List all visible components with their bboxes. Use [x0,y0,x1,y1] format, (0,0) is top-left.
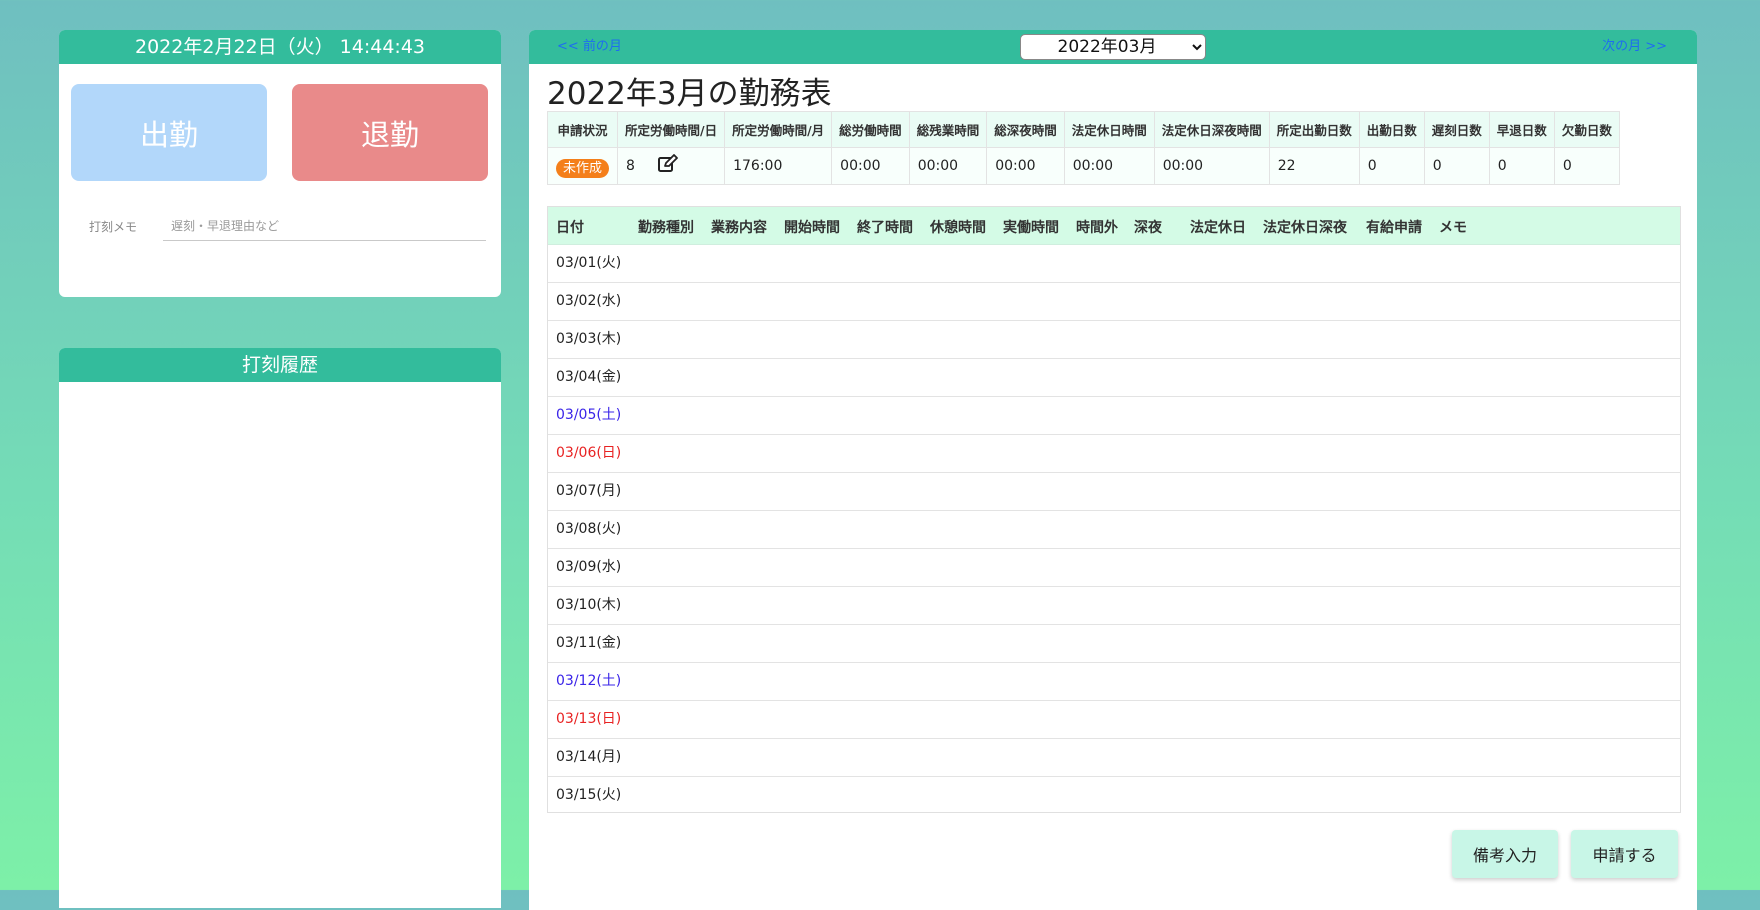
punch-history-panel: 打刻履歴 [59,348,501,908]
memo-input[interactable] [163,212,486,241]
table-row[interactable]: 03/06(日) [548,435,1680,473]
daily-hours-value: 8 [626,158,635,174]
summary-table-container: 申請状況 所定労働時間/日 所定労働時間/月 総労働時間 総残業時間 総深夜時間… [547,111,1679,185]
edit-icon[interactable] [657,154,679,178]
daily-header: 実働時間 [1003,220,1059,236]
daily-header: 有給申請 [1366,220,1422,236]
daily-header: 休憩時間 [930,220,986,236]
summary-header: 遅刻日数 [1423,111,1490,148]
summary-header: 法定休日深夜時間 [1153,111,1270,148]
summary-header: 早退日数 [1488,111,1555,148]
month-select[interactable]: 2022年03月 [1020,34,1206,60]
summary-header: 所定労働時間/日 [617,111,726,148]
early-days-value: 0 [1488,147,1555,185]
holiday-night-value: 00:00 [1153,147,1270,185]
summary-value-row: 未作成 8 176:00 00:00 00:00 00:00 00:00 00:… [547,147,1620,185]
clock-in-button[interactable]: 出勤 [71,84,267,181]
summary-header: 総残業時間 [908,111,988,148]
late-night-value: 00:00 [986,147,1065,185]
summary-header: 欠勤日数 [1553,111,1620,148]
summary-table: 申請状況 所定労働時間/日 所定労働時間/月 総労働時間 総残業時間 総深夜時間… [547,111,1620,185]
memo-label: 打刻メモ [89,220,138,234]
table-row[interactable]: 03/09(水) [548,549,1680,587]
daily-header: 終了時間 [857,220,913,236]
daily-header: 開始時間 [784,220,840,236]
daily-rows: 03/01(火) 03/02(水) 03/03(木) 03/04(金) 03/05(土)… [548,245,1680,812]
summary-header: 総労働時間 [831,111,910,148]
table-row[interactable]: 03/11(金) [548,625,1680,663]
table-row[interactable]: 03/15(火) [548,777,1680,812]
next-month-link[interactable]: 次の月 >> [1602,30,1667,64]
note-input-button[interactable]: 備考入力 [1452,830,1558,878]
table-row[interactable]: 03/03(木) [548,321,1680,359]
table-row[interactable]: 03/04(金) [548,359,1680,397]
daily-table[interactable]: 日付 勤務種別 業務内容 開始時間 終了時間 休憩時間 実働時間 時間外 深夜 … [547,206,1681,813]
month-nav-bar: << 前の月 2022年03月 次の月 >> [529,30,1697,64]
history-title: 打刻履歴 [59,348,501,382]
page-title: 2022年3月の勤務表 [547,76,832,112]
table-row[interactable]: 03/01(火) [548,245,1680,283]
current-datetime: 2022年2月22日（火） 14:44:43 [59,30,501,64]
clock-panel: 2022年2月22日（火） 14:44:43 出勤 退勤 打刻メモ [59,30,501,297]
overtime-value: 00:00 [908,147,988,185]
daily-header: 法定休日 [1190,220,1246,236]
summary-header: 申請状況 [547,111,619,148]
timesheet-panel: << 前の月 2022年03月 次の月 >> 2022年3月の勤務表 申請状況 … [529,30,1697,910]
daily-header-row: 日付 勤務種別 業務内容 開始時間 終了時間 休憩時間 実働時間 時間外 深夜 … [548,207,1680,245]
daily-header: 業務内容 [711,220,767,236]
daily-hours-cell: 8 [617,147,726,185]
table-row[interactable]: 03/12(土) [548,663,1680,701]
summary-header: 法定休日時間 [1063,111,1155,148]
table-row[interactable]: 03/10(木) [548,587,1680,625]
prev-month-link[interactable]: << 前の月 [557,30,622,64]
table-row[interactable]: 03/07(月) [548,473,1680,511]
daily-header: 日付 [556,220,584,236]
scheduled-days-value: 22 [1268,147,1360,185]
daily-header: 勤務種別 [638,220,694,236]
absent-days-value: 0 [1553,147,1620,185]
table-row[interactable]: 03/13(日) [548,701,1680,739]
summary-header: 所定出勤日数 [1268,111,1360,148]
table-row[interactable]: 03/02(水) [548,283,1680,321]
daily-header: メモ [1439,220,1467,236]
summary-header-row: 申請状況 所定労働時間/日 所定労働時間/月 総労働時間 総残業時間 総深夜時間… [547,111,1620,148]
table-row[interactable]: 03/14(月) [548,739,1680,777]
late-days-value: 0 [1423,147,1490,185]
holiday-value: 00:00 [1063,147,1155,185]
summary-header: 出勤日数 [1358,111,1425,148]
summary-header: 所定労働時間/月 [724,111,833,148]
clock-out-button[interactable]: 退勤 [292,84,488,181]
monthly-hours-value: 176:00 [724,147,833,185]
daily-header: 時間外 [1076,220,1118,236]
daily-header: 深夜 [1134,220,1162,236]
table-row[interactable]: 03/05(土) [548,397,1680,435]
work-days-value: 0 [1358,147,1425,185]
status-cell: 未作成 [547,147,619,185]
table-row[interactable]: 03/08(火) [548,511,1680,549]
apply-button[interactable]: 申請する [1571,830,1678,878]
daily-header: 法定休日深夜 [1263,220,1347,236]
summary-header: 総深夜時間 [986,111,1065,148]
status-badge: 未作成 [556,158,610,178]
total-work-value: 00:00 [831,147,910,185]
